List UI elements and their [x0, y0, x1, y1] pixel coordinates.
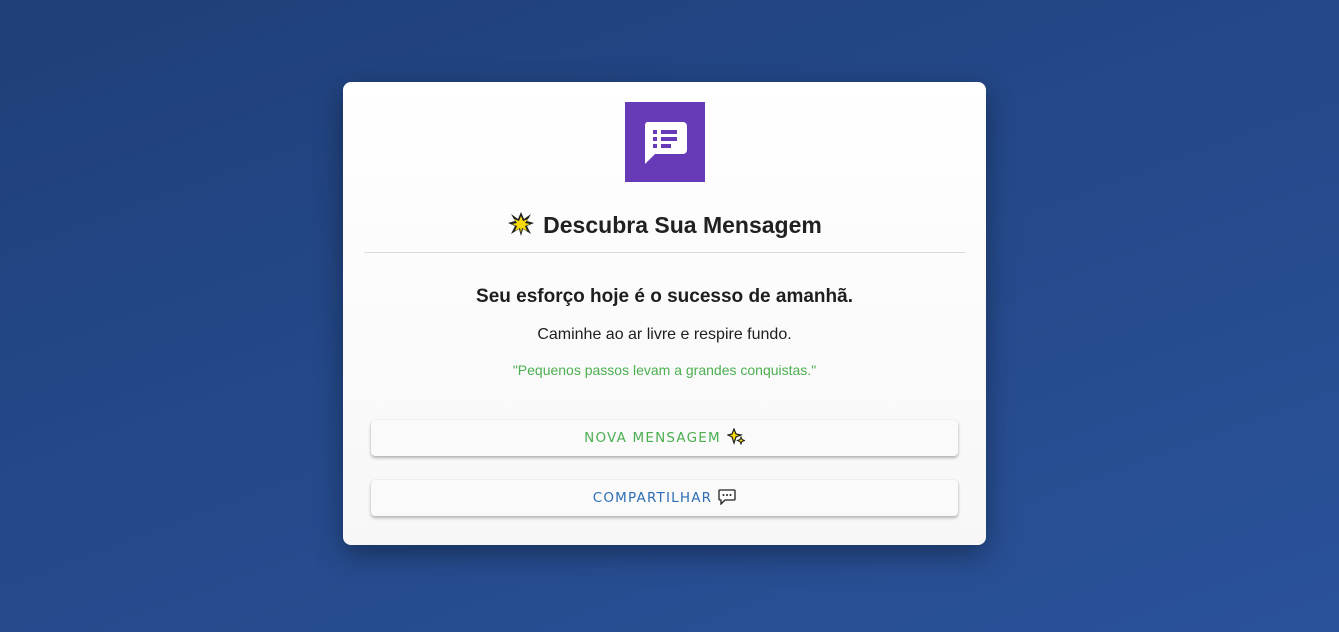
new-message-label: NOVA MENSAGEM: [584, 430, 721, 446]
share-button[interactable]: COMPARTILHAR: [371, 480, 958, 516]
new-message-button[interactable]: NOVA MENSAGEM: [371, 420, 958, 456]
glowing-star-icon: [507, 211, 535, 244]
message-list-icon: [625, 102, 705, 182]
message-headline: Seu esforço hoje é o sucesso de amanhã.: [476, 286, 853, 307]
message-card: Descubra Sua Mensagem Seu esforço hoje é…: [343, 82, 986, 545]
speech-bubble-icon: [718, 483, 736, 519]
message-suggestion: Caminhe ao ar livre e respire fundo.: [537, 326, 792, 343]
sparkles-icon: [726, 423, 746, 459]
page-title: Descubra Sua Mensagem: [343, 210, 986, 244]
divider: [364, 252, 965, 253]
title-text: Descubra Sua Mensagem: [543, 212, 822, 238]
share-label: COMPARTILHAR: [592, 490, 713, 506]
message-quote: "Pequenos passos levam a grandes conquis…: [512, 362, 817, 378]
